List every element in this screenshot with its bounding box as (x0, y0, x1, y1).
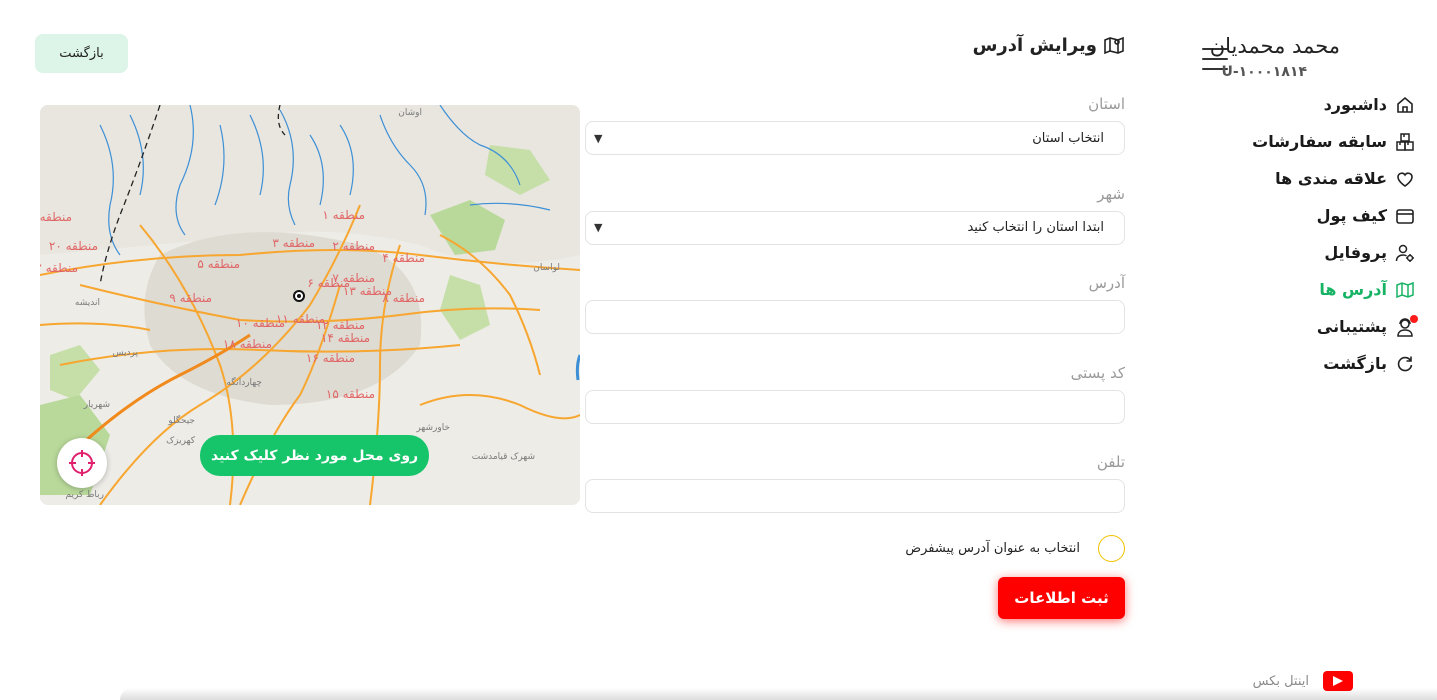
district-label: منطقه ۱ (322, 208, 365, 222)
place-label: اوشان (398, 108, 422, 118)
boxes-icon (1395, 132, 1415, 152)
postal-code-label: کد پستی (1070, 363, 1125, 382)
district-label: منطقه ۹ (169, 291, 212, 305)
sidebar-item-label: پشتیبانی (1316, 317, 1387, 336)
place-label: اندیشه (75, 298, 100, 308)
sidebar-item-back[interactable]: بازگشت (1252, 345, 1415, 382)
default-address-label: انتخاب به عنوان آدرس پیشفرض (905, 541, 1080, 556)
page-title-text: ویرایش آدرس (972, 34, 1097, 56)
province-select[interactable]: انتخاب استان ▼ (585, 121, 1125, 155)
city-field: شهر ابتدا استان را انتخاب کنید ▼ (585, 182, 1125, 272)
district-label: منطقه ۱۳ (343, 284, 392, 298)
footer-brand: اینتل بکس (1253, 671, 1353, 691)
province-label: استان (1088, 95, 1125, 113)
sidebar-item-label: داشبورد (1323, 95, 1387, 114)
notification-dot (1410, 314, 1418, 323)
page-title: ویرایش آدرس (973, 34, 1125, 56)
city-value: ابتدا استان را انتخاب کنید (967, 220, 1104, 235)
place-label: خاورشهر (415, 423, 450, 433)
place-label: رباط کریم (65, 490, 104, 500)
sidebar-item-label: آدرس ها (1319, 280, 1387, 299)
address-field: آدرس (585, 271, 1125, 361)
address-input[interactable] (585, 300, 1125, 334)
district-label: منطقه ۱۸ (223, 337, 272, 351)
locate-me-button[interactable] (57, 438, 107, 488)
user-name: محمد محمدیان (1209, 34, 1340, 58)
district-label: منطقه ۱۵ (326, 387, 375, 401)
phone-input[interactable] (585, 479, 1125, 513)
home-icon (1395, 95, 1415, 115)
phone-label: تلفن (1096, 453, 1125, 471)
wallet-icon (1395, 206, 1415, 226)
brand-name: اینتل بکس (1252, 673, 1309, 689)
footer-divider (120, 688, 1437, 700)
phone-field: تلفن (585, 450, 1125, 540)
back-button[interactable]: بازگشت (35, 34, 128, 73)
district-label: منطقه ۱۶ (306, 351, 355, 365)
sidebar-item-favorites[interactable]: علاقه مندی ها (1252, 160, 1415, 197)
city-label: شهر (1097, 184, 1125, 203)
address-form: استان انتخاب استان ▼ شهر ابتدا استان را … (585, 92, 1125, 540)
district-label: منطقه ۴ (382, 251, 425, 265)
page: محمد محمدیان U-۱۰۰۰۱۸۱۴ داشبورد سابقه سف… (0, 0, 1437, 700)
chevron-down-icon: ▼ (594, 131, 603, 145)
district-label: منطقه ۳ (272, 236, 315, 250)
district-label: منطقه ۲۰ (49, 239, 98, 253)
sidebar: محمد محمدیان U-۱۰۰۰۱۸۱۴ داشبورد سابقه سف… (1137, 0, 1437, 660)
refresh-icon (1395, 354, 1415, 374)
city-select[interactable]: ابتدا استان را انتخاب کنید ▼ (585, 210, 1125, 245)
sidebar-item-wallet[interactable]: کیف پول (1252, 197, 1415, 234)
district-label: منطقه ۱۲ (316, 318, 365, 332)
map-icon (1104, 36, 1124, 55)
sidebar-item-label: بازگشت (1323, 354, 1387, 373)
district-label: منطقه ۲۱ (40, 210, 72, 224)
place-label: شهریار (83, 400, 110, 410)
district-label: منطقه ۷ (332, 271, 375, 285)
place-label: لواسان (533, 263, 560, 273)
postal-code-field: کد پستی (585, 361, 1125, 451)
default-address-radio[interactable] (1098, 535, 1125, 562)
district-label: منطقه ۲ (332, 239, 375, 253)
map-icon (1395, 280, 1415, 300)
place-label: کهریزک (166, 435, 196, 446)
brand-logo-icon (1323, 671, 1353, 691)
place-label: شهرک قیامدشت (472, 451, 535, 462)
address-label: آدرس (1088, 274, 1125, 292)
sidebar-item-support[interactable]: پشتیبانی (1252, 308, 1418, 345)
district-label: منطقه ۲۲ (40, 261, 78, 275)
place-label: جیحگلو (167, 414, 195, 426)
sidebar-item-profile[interactable]: پروفایل (1252, 234, 1415, 271)
default-address-row: انتخاب به عنوان آدرس پیشفرض (905, 535, 1125, 562)
map[interactable]: منطقه ۲ منطقه ۱ منطقه ۳ منطقه ۴ منطقه ۵ … (40, 105, 580, 505)
location-marker-icon (293, 290, 305, 302)
support-icon (1395, 314, 1418, 337)
sidebar-item-dashboard[interactable]: داشبورد (1252, 86, 1415, 123)
sidebar-item-orders[interactable]: سابقه سفارشات (1252, 123, 1415, 160)
province-field: استان انتخاب استان ▼ (585, 92, 1125, 182)
sidebar-menu: داشبورد سابقه سفارشات علاقه مندی ها کیف … (1252, 86, 1418, 382)
user-id: U-۱۰۰۰۱۸۱۴ (1221, 64, 1307, 80)
place-label: چهاردانگه (226, 376, 262, 388)
sidebar-item-label: پروفایل (1324, 243, 1387, 262)
sidebar-item-addresses[interactable]: آدرس ها (1252, 271, 1415, 308)
sidebar-item-label: سابقه سفارشات (1252, 132, 1387, 151)
user-settings-icon (1395, 243, 1415, 263)
map-hint: روی محل مورد نظر کلیک کنید (200, 435, 430, 476)
submit-button[interactable]: ثبت اطلاعات (998, 577, 1125, 619)
sidebar-item-label: کیف پول (1316, 206, 1387, 225)
chevron-down-icon: ▼ (594, 221, 603, 234)
place-label: پردیس (113, 348, 139, 358)
postal-code-input[interactable] (585, 389, 1125, 424)
district-label: منطقه ۵ (197, 257, 240, 271)
district-label: منطقه ۱۴ (321, 331, 370, 345)
crosshair-icon (69, 450, 95, 476)
heart-icon (1395, 169, 1415, 189)
province-value: انتخاب استان (1032, 130, 1104, 146)
sidebar-item-label: علاقه مندی ها (1275, 169, 1387, 188)
